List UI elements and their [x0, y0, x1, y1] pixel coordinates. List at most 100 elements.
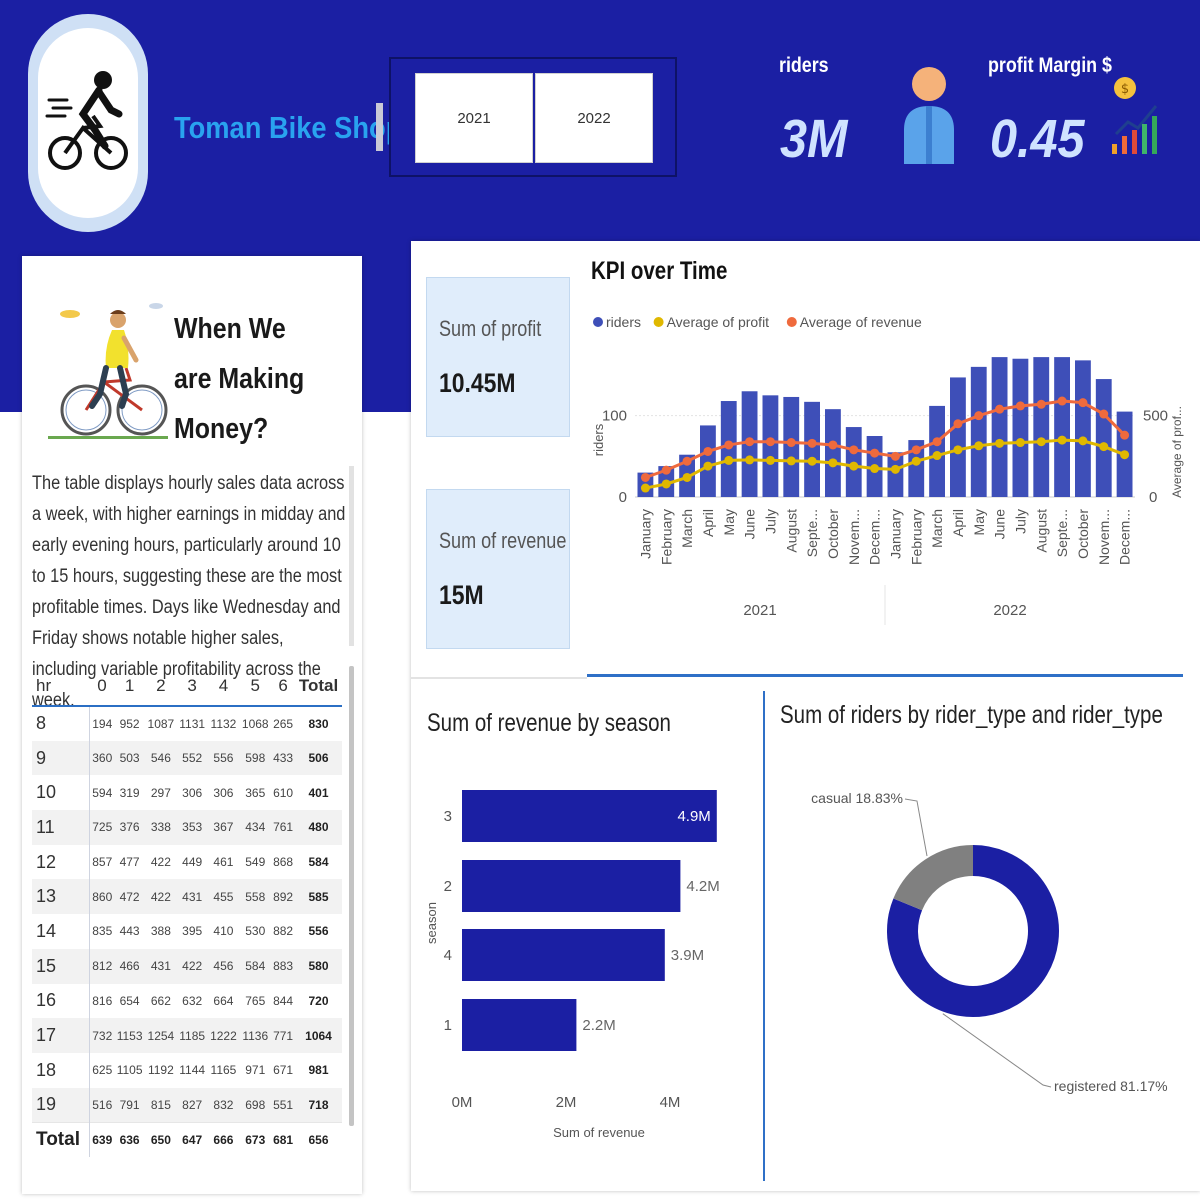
table-row[interactable]: 18 625 1105 1192 1144 1165 971 671 981 [32, 1052, 342, 1088]
series-point[interactable] [995, 438, 1005, 448]
series-point[interactable] [1078, 398, 1088, 408]
series-point[interactable] [745, 455, 755, 465]
season-bar[interactable] [462, 860, 681, 912]
riders-bar[interactable] [970, 366, 987, 497]
table-cell: 477 [119, 855, 140, 870]
series-point[interactable] [661, 479, 671, 489]
table-row[interactable]: 19 516 791 815 827 832 698 551 718 [32, 1087, 342, 1123]
riders-bar[interactable] [1033, 357, 1050, 497]
series-point[interactable] [682, 472, 692, 482]
table-row[interactable]: 11 725 376 338 353 367 434 761 480 [32, 810, 342, 845]
legend-label[interactable]: riders [606, 314, 641, 330]
series-point[interactable] [786, 438, 796, 448]
series-point[interactable] [828, 440, 838, 450]
series-point[interactable] [1078, 436, 1088, 446]
series-point[interactable] [1099, 409, 1109, 419]
row-total-cell: 718 [295, 1087, 342, 1123]
riders-bar[interactable] [991, 357, 1008, 497]
series-point[interactable] [640, 472, 650, 482]
series-point[interactable] [870, 464, 880, 474]
series-point[interactable] [1120, 450, 1130, 460]
column-header[interactable]: 6 [271, 666, 296, 707]
legend-label[interactable]: Average of revenue [800, 314, 922, 330]
table-row[interactable]: 13 860 472 422 431 455 558 892 585 [32, 879, 342, 915]
series-point[interactable] [1036, 437, 1046, 447]
table-row[interactable]: 16 816 654 662 632 664 765 844 720 [32, 983, 342, 1019]
series-point[interactable] [995, 404, 1005, 414]
description-scrollbar[interactable] [349, 466, 354, 646]
riders-bar[interactable] [950, 377, 966, 497]
series-point[interactable] [849, 461, 859, 471]
series-point[interactable] [1036, 399, 1046, 409]
table-row[interactable]: 12 857 477 422 449 461 549 868 584 [32, 844, 342, 880]
series-point[interactable] [724, 455, 734, 465]
table-total-row[interactable]: Total 639 636 650 647 666 673 681 656 [32, 1121, 342, 1157]
series-point[interactable] [932, 451, 942, 461]
series-point[interactable] [1015, 401, 1025, 411]
series-point[interactable] [765, 437, 775, 447]
column-header[interactable]: 1 [114, 666, 145, 707]
year-2021-button[interactable]: 2021 [415, 73, 533, 163]
series-point[interactable] [932, 437, 942, 447]
legend-label[interactable]: Average of profit [667, 314, 770, 330]
riders-bar[interactable] [825, 409, 841, 497]
series-point[interactable] [911, 456, 921, 466]
series-point[interactable] [1057, 396, 1067, 406]
year-2022-button[interactable]: 2022 [535, 73, 653, 163]
table-cell: 1185 [176, 1018, 208, 1053]
riders-bar[interactable] [1095, 379, 1112, 497]
series-point[interactable] [807, 456, 817, 466]
table-cell: 306 [213, 785, 234, 800]
series-point[interactable] [1015, 438, 1025, 448]
series-point[interactable] [786, 456, 796, 466]
riders-bar[interactable] [700, 425, 716, 497]
table-row[interactable]: 8 194 952 1087 1131 1132 1068 265 830 [32, 706, 342, 741]
series-point[interactable] [703, 461, 713, 471]
series-point[interactable] [974, 441, 984, 451]
donut-slice[interactable] [893, 845, 974, 911]
series-point[interactable] [870, 448, 880, 458]
series-point[interactable] [890, 451, 900, 461]
table-row[interactable]: 9 360 503 546 552 556 598 433 506 [32, 740, 342, 776]
series-point[interactable] [640, 483, 650, 493]
table-row[interactable]: 14 835 443 388 395 410 530 882 556 [32, 914, 342, 949]
series-point[interactable] [890, 464, 900, 474]
riders-bar[interactable] [1054, 357, 1070, 497]
series-point[interactable] [745, 437, 755, 447]
column-header[interactable]: 2 [144, 666, 177, 707]
column-header[interactable]: 3 [176, 666, 208, 707]
season-bar[interactable] [462, 929, 665, 981]
series-point[interactable] [661, 465, 671, 475]
series-point[interactable] [765, 455, 775, 465]
column-header[interactable]: hr [32, 666, 90, 707]
table-row[interactable]: 15 812 466 431 422 456 584 883 580 [32, 948, 342, 984]
table-row[interactable]: 10 594 319 297 306 306 365 610 401 [32, 775, 342, 811]
kpi-over-time-chart: riders Average of profit Average of revenu… [591, 314, 1184, 625]
season-bar[interactable] [462, 999, 577, 1051]
table-scrollbar[interactable] [349, 666, 354, 1126]
riders-bar[interactable] [1075, 360, 1091, 497]
column-header[interactable]: Total [295, 666, 342, 707]
series-point[interactable] [1057, 435, 1067, 445]
series-point[interactable] [953, 419, 963, 429]
series-point[interactable] [911, 445, 921, 455]
month-tick-label: May [971, 509, 987, 535]
series-point[interactable] [682, 456, 692, 466]
column-header[interactable]: 0 [89, 666, 115, 707]
series-point[interactable] [828, 458, 838, 468]
table-row[interactable]: 17 732 1153 1254 1185 1222 1136 771 1064 [32, 1018, 342, 1053]
series-point[interactable] [724, 440, 734, 450]
series-point[interactable] [849, 445, 859, 455]
riders-bar[interactable] [804, 401, 820, 497]
series-point[interactable] [807, 438, 817, 448]
series-point[interactable] [953, 445, 963, 455]
series-point[interactable] [1099, 442, 1109, 452]
series-point[interactable] [974, 411, 984, 421]
series-point[interactable] [1120, 430, 1130, 440]
table-cell: 1192 [147, 1063, 174, 1078]
series-point[interactable] [703, 446, 713, 456]
column-header[interactable]: 5 [239, 666, 272, 707]
column-header[interactable]: 4 [207, 666, 240, 707]
table-cell: 297 [150, 785, 171, 800]
riders-bar[interactable] [1012, 358, 1029, 497]
